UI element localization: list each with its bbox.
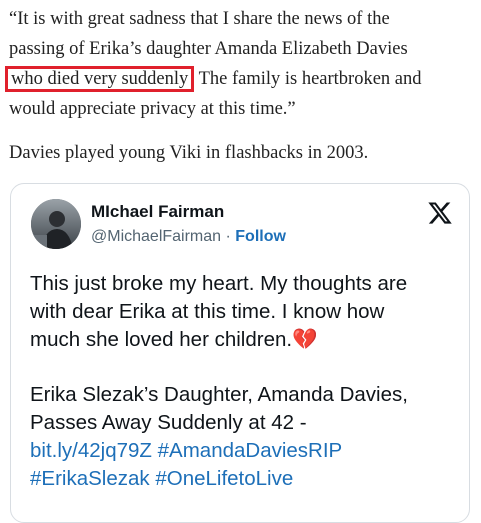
- author-name[interactable]: MIchael Fairman: [91, 202, 224, 222]
- quote-line: would appreciate privacy at this time.”: [9, 99, 296, 119]
- tweet-line: This just broke my heart. My thoughts ar…: [30, 272, 408, 295]
- author-handle[interactable]: @MichaelFairman: [91, 228, 221, 245]
- tweet-line: with dear Erika at this time. I know how: [30, 300, 385, 323]
- separator: ·: [221, 228, 236, 245]
- quote-line: who died very suddenly The family is hea…: [5, 64, 471, 94]
- hashtag-link[interactable]: #ErikaSlezak: [30, 467, 150, 490]
- x-logo-icon[interactable]: [427, 200, 453, 226]
- embedded-tweet[interactable]: MIchael Fairman @MichaelFairman · Follow…: [10, 183, 470, 523]
- tweet-line: much she loved her children.💔: [30, 326, 460, 354]
- quote-line: “It is with great sadness that I share t…: [9, 9, 390, 29]
- avatar[interactable]: [31, 199, 81, 249]
- tweet-line: Erika Slezak’s Daughter, Amanda Davies,: [30, 383, 408, 406]
- author-handle-row: @MichaelFairman · Follow: [91, 228, 286, 246]
- broken-heart-icon: 💔: [292, 328, 318, 351]
- paragraph-break: [30, 354, 460, 381]
- article-quote: “It is with great sadness that I share t…: [5, 4, 471, 124]
- quote-line: passing of Erika’s daughter Amanda Eliza…: [9, 39, 408, 59]
- hashtag-link[interactable]: #AmandaDaviesRIP: [158, 439, 343, 462]
- hashtag-link[interactable]: #OneLifetoLive: [155, 467, 293, 490]
- quote-text: The family is heartbroken and: [198, 69, 422, 89]
- tweet-text-segment: much she loved her children.: [30, 328, 293, 351]
- short-link[interactable]: bit.ly/42jq79Z: [30, 439, 152, 462]
- article-caption: Davies played young Viki in flashbacks i…: [9, 143, 369, 163]
- avatar-photo-icon: [31, 199, 81, 249]
- tweet-line: bit.ly/42jq79Z #AmandaDaviesRIP: [30, 437, 460, 465]
- tweet-text: This just broke my heart. My thoughts ar…: [30, 270, 460, 493]
- highlighted-phrase: who died very suddenly: [5, 66, 195, 92]
- tweet-line: Passes Away Suddenly at 42 -: [30, 411, 307, 434]
- tweet-line: #ErikaSlezak #OneLifetoLive: [30, 465, 460, 493]
- follow-button[interactable]: Follow: [235, 228, 286, 245]
